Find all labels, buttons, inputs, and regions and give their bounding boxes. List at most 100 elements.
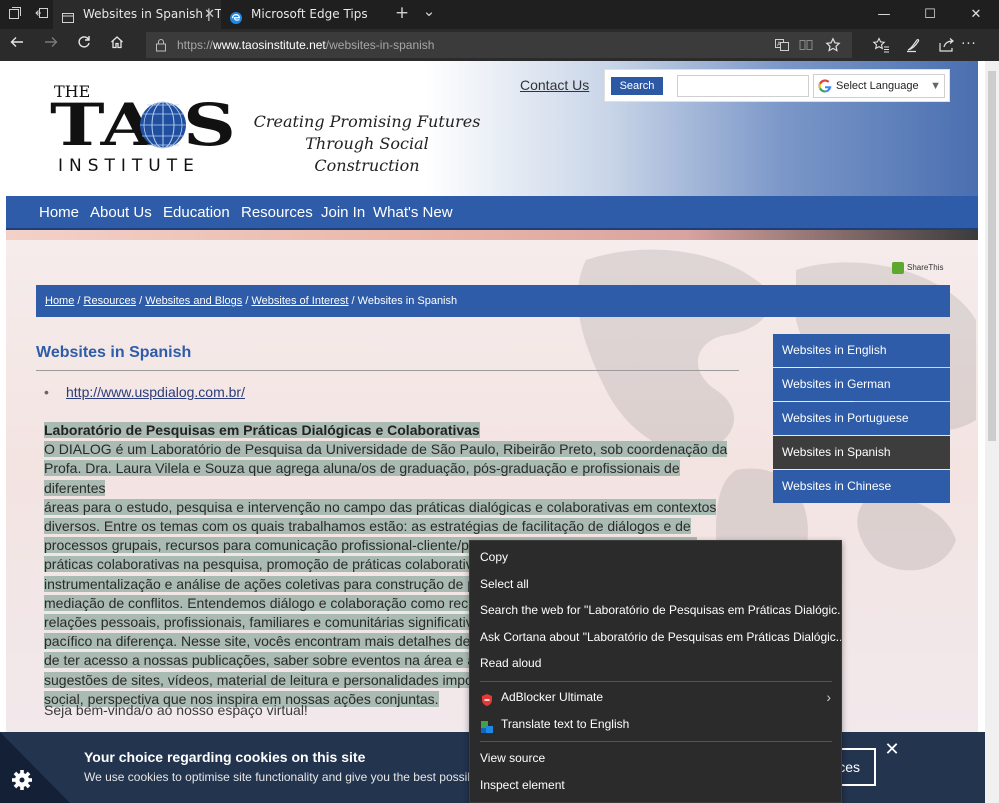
address-bar[interactable]: https://www.taosinstitute.net/websites-i…	[146, 32, 852, 58]
side-nav: Websites in English Websites in German W…	[773, 334, 950, 504]
refresh-button[interactable]	[73, 34, 95, 56]
menu-item-label: AdBlocker Ultimate	[501, 690, 604, 704]
cookie-close-icon[interactable]: ✕	[884, 741, 900, 759]
article-line: mediação de conflitos. Entendemos diálog…	[44, 594, 476, 611]
share-icon[interactable]	[938, 37, 956, 53]
tab-actions-icon[interactable]	[7, 6, 23, 22]
tab-bar: Websites in Spanish | Th ✕ Microsoft Edg…	[0, 0, 999, 29]
page-title: Websites in Spanish	[36, 344, 192, 361]
language-select[interactable]: Select Language ▼	[813, 74, 945, 98]
set-tabs-aside-icon[interactable]	[34, 6, 50, 22]
share-this-button[interactable]: ShareThis	[892, 262, 943, 274]
article-line: Profa. Dra. Laura Vilela e Souza que agr…	[44, 460, 680, 496]
menu-item-view-source[interactable]: View source	[470, 745, 841, 771]
menu-item-adblocker[interactable]: AdBlocker Ultimate ›	[470, 684, 841, 710]
breadcrumb-websites-and-blogs[interactable]: Websites and Blogs	[145, 295, 242, 307]
minimize-button[interactable]: —	[861, 0, 907, 29]
more-options-icon[interactable]: ···	[960, 37, 978, 53]
adblocker-icon	[480, 690, 494, 706]
article-line: de ter acesso a nossas publicações, sabe…	[44, 652, 483, 669]
maximize-button[interactable]: ☐	[907, 0, 953, 29]
breadcrumb: Home / Resources / Websites and Blogs / …	[36, 285, 950, 317]
breadcrumb-home[interactable]: Home	[45, 295, 74, 307]
search-panel: Search Select Language ▼	[604, 69, 950, 102]
gear-icon	[12, 770, 32, 790]
title-divider	[36, 370, 739, 371]
edge-logo-icon	[229, 7, 243, 24]
article-line: relações pessoais, profissionais, famili…	[44, 614, 473, 631]
address-toolbar: https://www.taosinstitute.net/websites-i…	[0, 29, 999, 61]
breadcrumb-websites-of-interest[interactable]: Websites of Interest	[251, 295, 348, 307]
browser-window: Websites in Spanish | Th ✕ Microsoft Edg…	[0, 0, 999, 803]
tab-microsoft-edge-tips[interactable]: Microsoft Edge Tips	[221, 0, 381, 29]
sidebar-item-chinese[interactable]: Websites in Chinese	[773, 470, 950, 503]
article-line: sugestões de sites, vídeos, material de …	[44, 671, 473, 688]
scrollbar-thumb[interactable]	[988, 71, 996, 441]
nav-education[interactable]: Education	[163, 196, 230, 230]
cookie-text: We use cookies to optimise site function…	[84, 770, 470, 784]
menu-item-copy[interactable]: Copy	[470, 544, 841, 570]
menu-separator	[480, 681, 832, 682]
tagline-line-2: Through Social Construction	[305, 134, 429, 175]
site-header: THE TA S INSTITUTE Creating Promising Fu…	[6, 61, 978, 196]
contact-us-link[interactable]: Contact Us	[520, 77, 589, 93]
menu-separator	[480, 741, 832, 742]
cookie-title: Your choice regarding cookies on this si…	[84, 749, 366, 765]
tab-list-icon[interactable]: ⌄	[421, 3, 437, 19]
decorative-band	[6, 230, 978, 240]
menu-item-ask-cortana[interactable]: Ask Cortana about "Laboratório de Pesqui…	[470, 624, 841, 650]
menu-item-inspect-element[interactable]: Inspect element	[470, 772, 841, 798]
tab-label: Microsoft Edge Tips	[251, 7, 368, 21]
list-item: • http://www.uspdialog.com.br/	[44, 384, 245, 400]
nav-home[interactable]: Home	[39, 196, 79, 230]
tab-close-icon[interactable]: ✕	[204, 0, 215, 29]
menu-item-select-all[interactable]: Select all	[470, 571, 841, 597]
home-button[interactable]	[106, 34, 128, 56]
menu-item-read-aloud[interactable]: Read aloud	[470, 650, 841, 676]
page-icon	[61, 7, 75, 23]
search-button[interactable]: Search	[611, 77, 663, 95]
menu-item-label: Translate text to English	[501, 717, 630, 731]
sidebar-item-german[interactable]: Websites in German	[773, 368, 950, 401]
article-line: O DIALOG é um Laboratório de Pesquisa da…	[44, 441, 728, 458]
new-tab-icon[interactable]: +	[394, 5, 410, 22]
favorites-hub-icon[interactable]	[872, 37, 890, 53]
tab-websites-in-spanish[interactable]: Websites in Spanish | Th ✕	[53, 0, 221, 29]
sidebar-item-portuguese[interactable]: Websites in Portuguese	[773, 402, 950, 435]
nav-resources[interactable]: Resources	[241, 196, 313, 230]
lock-icon[interactable]	[154, 37, 168, 52]
favorite-star-icon[interactable]	[825, 37, 841, 53]
tab-label: Websites in Spanish | Th	[83, 7, 221, 21]
taos-logo[interactable]: THE TA S INSTITUTE	[50, 81, 240, 176]
translate-icon[interactable]: A	[774, 37, 790, 53]
vertical-scrollbar[interactable]	[985, 61, 999, 803]
web-note-pen-icon[interactable]	[905, 37, 923, 53]
url-text[interactable]: https://www.taosinstitute.net/websites-i…	[177, 32, 434, 58]
forward-button[interactable]	[40, 34, 62, 56]
uspdialog-link[interactable]: http://www.uspdialog.com.br/	[66, 384, 245, 400]
close-window-button[interactable]: ✕	[953, 0, 999, 29]
dropdown-arrow-icon: ▼	[930, 80, 941, 92]
article-line: diversos. Entre os temas com os quais tr…	[44, 518, 691, 535]
reading-view-icon[interactable]	[798, 37, 814, 53]
globe-icon	[140, 101, 186, 149]
language-select-label: Select Language	[836, 80, 919, 92]
sidebar-item-spanish[interactable]: Websites in Spanish	[773, 436, 950, 469]
menu-item-search-web[interactable]: Search the web for "Laboratório de Pesqu…	[470, 597, 841, 623]
translator-icon	[480, 717, 494, 733]
nav-join-in[interactable]: Join In	[321, 196, 365, 230]
search-input[interactable]	[677, 75, 809, 97]
bullet-icon: •	[44, 384, 49, 400]
article-line: áreas para o estudo, pesquisa e interven…	[44, 498, 717, 515]
menu-item-translate[interactable]: Translate text to English	[470, 711, 841, 737]
tagline: Creating Promising Futures Through Socia…	[252, 111, 482, 177]
tagline-line-1: Creating Promising Futures	[253, 112, 481, 131]
back-button[interactable]	[6, 34, 28, 56]
google-g-icon	[818, 79, 832, 93]
nav-about-us[interactable]: About Us	[90, 196, 152, 230]
article-line: instrumentalização e análise de ações co…	[44, 575, 476, 592]
nav-whats-new[interactable]: What's New	[373, 196, 453, 230]
sidebar-item-english[interactable]: Websites in English	[773, 334, 950, 367]
cookie-settings-icon[interactable]	[0, 732, 70, 803]
breadcrumb-resources[interactable]: Resources	[84, 295, 137, 307]
